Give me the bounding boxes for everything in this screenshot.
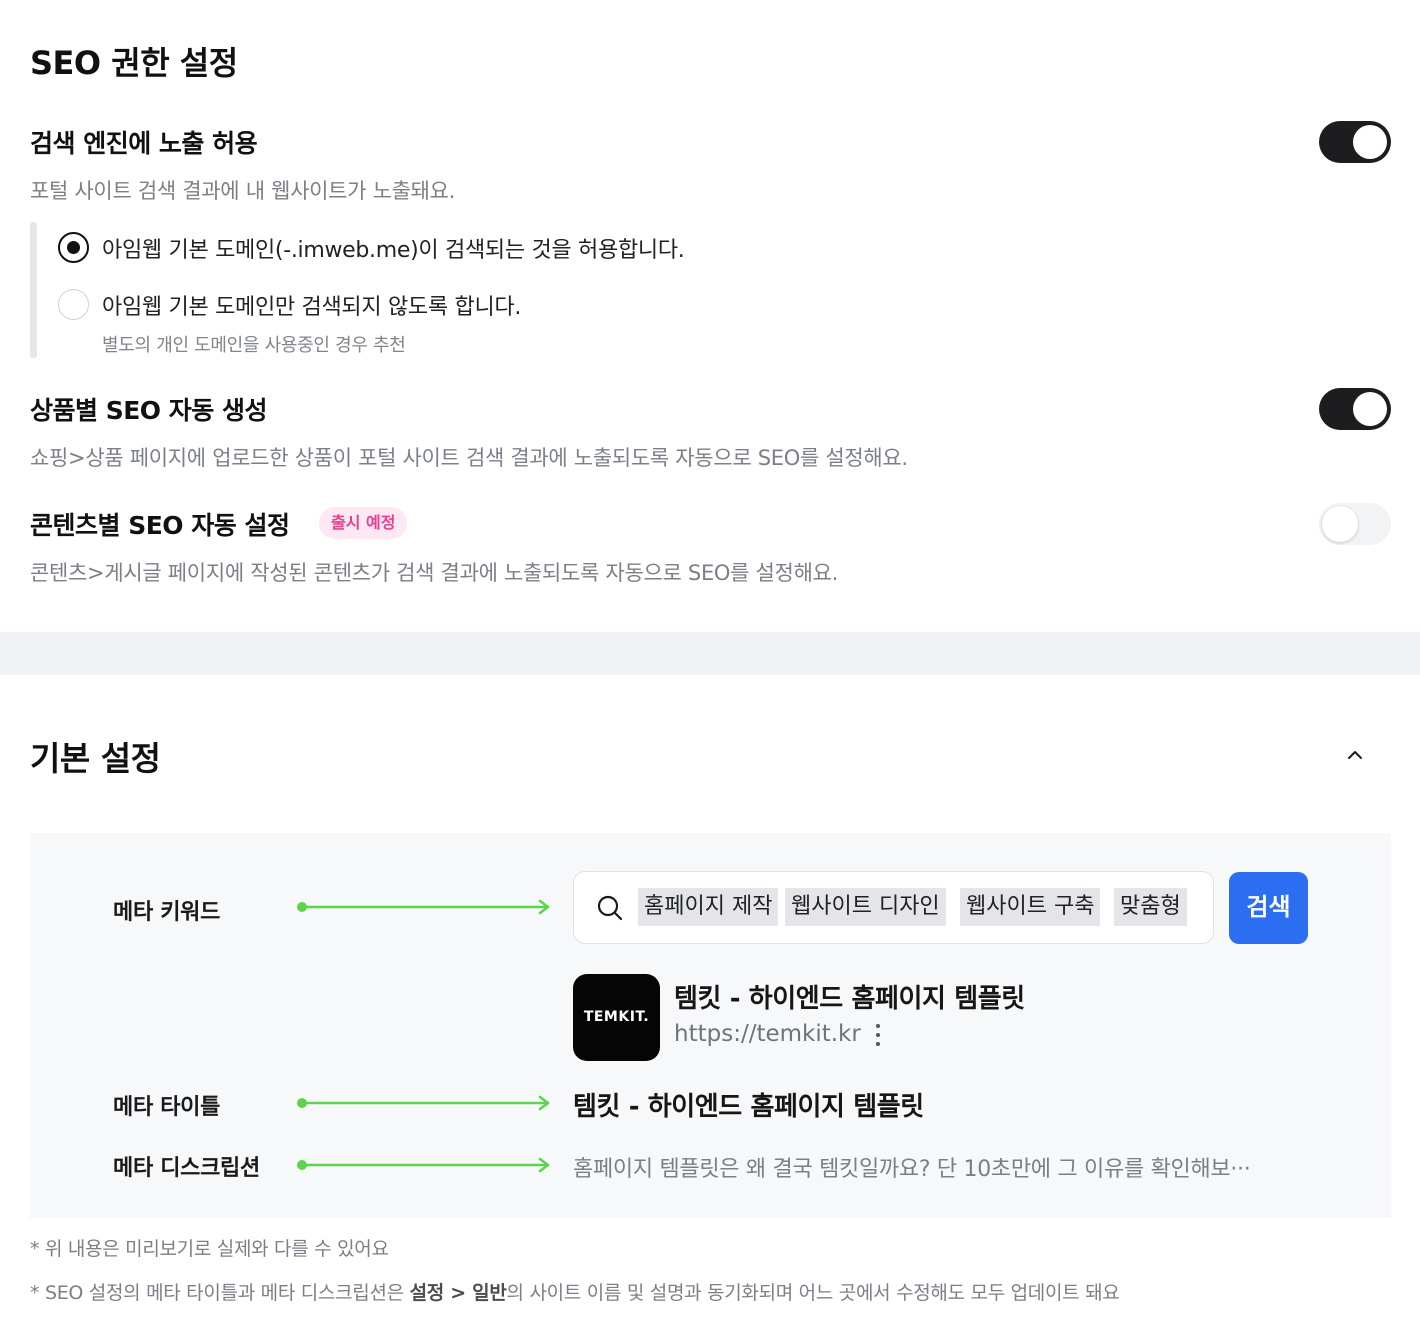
radio-block-default-domain-label[interactable]: 아임웹 기본 도메인만 검색되지 않도록 합니다. [102, 289, 521, 321]
preview-disclaimer: * 위 내용은 미리보기로 실제와 다를 수 있어요 [30, 1238, 389, 1260]
meta-description-value: 홈페이지 템플릿은 왜 결국 템킷일까요? 단 10초만에 그 이유를 확인해보… [573, 1157, 1251, 1182]
keyword-chip: 맞춤형 [1114, 888, 1187, 926]
toggle-knob [1353, 125, 1387, 159]
search-icon [597, 895, 623, 921]
search-button[interactable]: 검색 [1229, 872, 1308, 944]
search-exposure-toggle[interactable] [1319, 121, 1391, 163]
keyword-chip: 홈페이지 제작 [638, 888, 779, 926]
search-preview-box: 홈페이지 제작 웹사이트 디자인 웹사이트 구축 맞춤형 [573, 871, 1214, 944]
content-seo-description: 콘텐츠>게시글 페이지에 작성된 콘텐츠가 검색 결과에 노출되도록 자동으로 … [30, 561, 838, 585]
coming-soon-badge: 출시 예정 [319, 507, 408, 539]
result-site-url: https://temkit.kr [674, 1021, 861, 1047]
search-exposure-title: 검색 엔진에 노출 허용 [30, 129, 258, 158]
product-seo-title: 상품별 SEO 자동 생성 [30, 396, 267, 425]
meta-keyword-label: 메타 키워드 [113, 900, 221, 925]
radio-block-default-domain[interactable] [58, 289, 89, 320]
section-gap [0, 632, 1420, 675]
toggle-knob [1322, 506, 1358, 542]
radio-allow-default-domain[interactable] [58, 232, 89, 263]
meta-description-label: 메타 디스크립션 [113, 1156, 260, 1181]
content-seo-toggle[interactable] [1319, 503, 1391, 545]
product-seo-description: 쇼핑>상품 페이지에 업로드한 상품이 포털 사이트 검색 결과에 노출되도록 … [30, 446, 908, 470]
arrow-right-icon [297, 1095, 550, 1111]
sync-note: * SEO 설정의 메타 타이틀과 메타 디스크립션은 설정 > 일반의 사이트… [30, 1278, 1120, 1305]
settings-general-link: 설정 > 일반 [409, 1282, 507, 1304]
temkit-logo: TEMKIT. [573, 974, 660, 1061]
chevron-up-icon[interactable] [1347, 747, 1363, 763]
radio-allow-default-domain-label[interactable]: 아임웹 기본 도메인(-.imweb.me)이 검색되는 것을 허용합니다. [102, 232, 685, 264]
arrow-right-icon [297, 899, 550, 915]
content-seo-title: 콘텐츠별 SEO 자동 설정 [30, 511, 290, 540]
keyword-chip: 웹사이트 디자인 [785, 888, 946, 926]
sync-note-prefix: * SEO 설정의 메타 타이틀과 메타 디스크립션은 [30, 1282, 410, 1304]
meta-title-label: 메타 타이틀 [113, 1095, 221, 1120]
arrow-right-icon [297, 1157, 550, 1173]
search-exposure-description: 포털 사이트 검색 결과에 내 웹사이트가 노출돼요. [30, 179, 456, 203]
product-seo-toggle[interactable] [1319, 388, 1391, 430]
radio-group-indicator [30, 222, 37, 358]
meta-title-value: 템킷 - 하이엔드 홈페이지 템플릿 [573, 1092, 924, 1122]
result-site-title: 템킷 - 하이엔드 홈페이지 템플릿 [674, 984, 1025, 1014]
more-vertical-icon [874, 1024, 882, 1048]
basic-section-title: 기본 설정 [30, 739, 161, 778]
seo-section-title: SEO 권한 설정 [30, 44, 238, 82]
toggle-knob [1353, 392, 1387, 426]
sync-note-suffix: 의 사이트 이름 및 설명과 동기화되며 어느 곳에서 수정해도 모두 업데이트… [506, 1282, 1120, 1304]
radio-block-default-domain-hint: 별도의 개인 도메인을 사용중인 경우 추천 [102, 335, 406, 356]
keyword-chip: 웹사이트 구축 [960, 888, 1101, 926]
